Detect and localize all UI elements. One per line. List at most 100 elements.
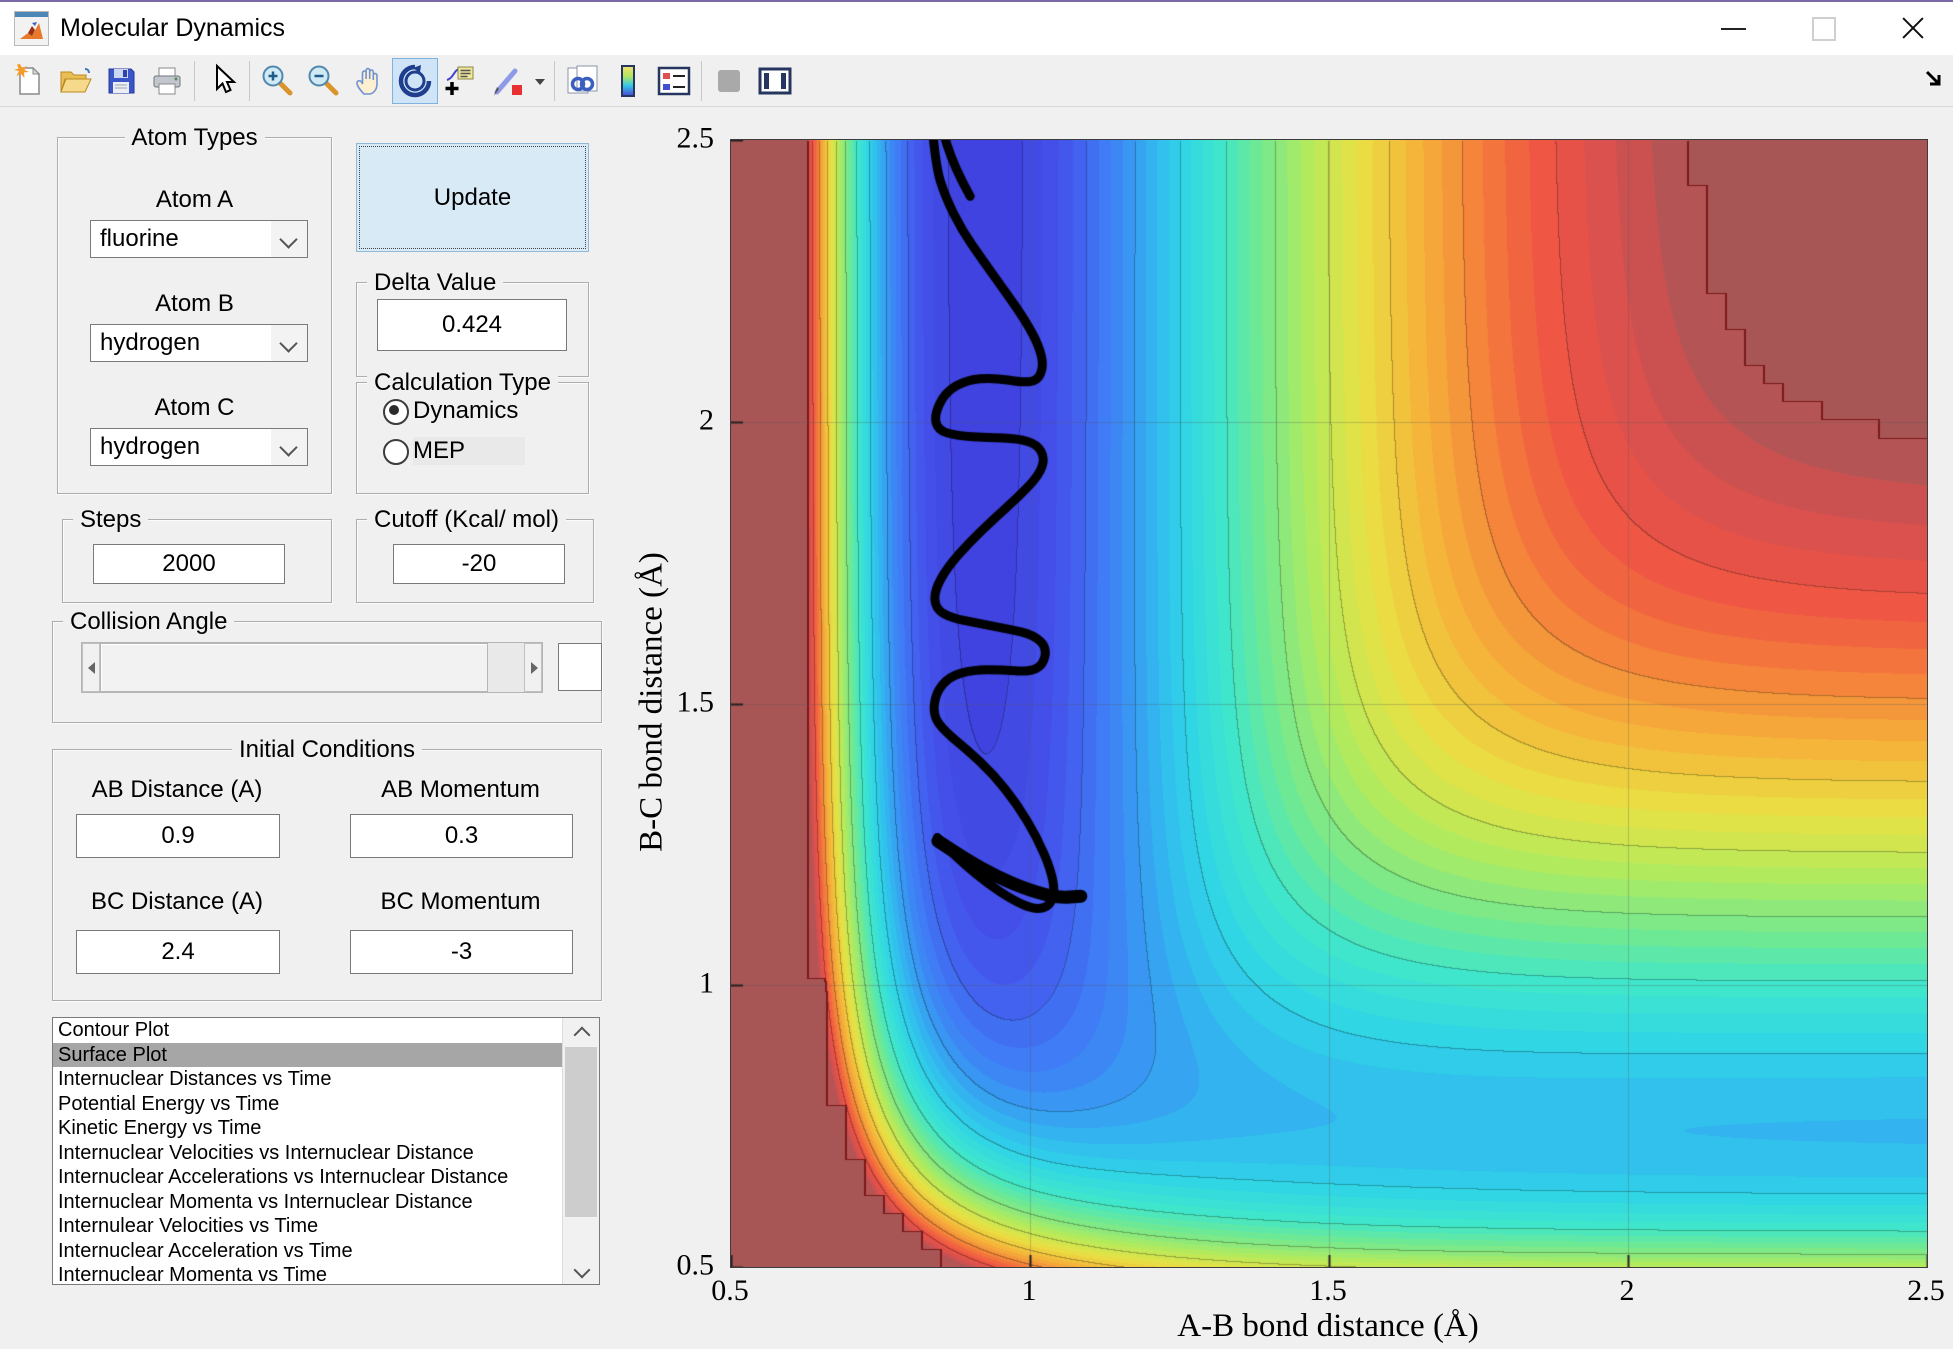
collision-angle-slider[interactable] (81, 642, 543, 693)
ab-distance-field[interactable]: 0.9 (76, 814, 280, 858)
maximize-button[interactable] (1778, 0, 1868, 55)
atom-c-value: hydrogen (100, 433, 201, 460)
calculation-type-panel: Calculation Type Dynamics MEP (356, 369, 589, 494)
app-window: Molecular Dynamics Atom Types Atom A flu… (0, 0, 1953, 1349)
hide-plot-tools-icon[interactable] (706, 58, 752, 104)
save-icon[interactable] (98, 58, 144, 104)
pan-icon[interactable] (346, 58, 392, 104)
bc-momentum-field[interactable]: -3 (350, 930, 573, 974)
list-item[interactable]: Kinetic Energy vs Time (53, 1116, 599, 1141)
steps-title: Steps (73, 506, 149, 534)
contour-plot-axes[interactable] (730, 139, 1928, 1268)
atom-types-panel: Atom Types Atom A fluorine Atom B hydrog… (57, 124, 332, 494)
y-tick-label: 1 (699, 966, 714, 1000)
list-item[interactable]: Internuclear Acceleration vs Time (53, 1239, 599, 1264)
title-bar: Molecular Dynamics (0, 0, 1953, 55)
chevron-down-icon[interactable] (271, 429, 307, 465)
toolbar-separator (194, 60, 195, 101)
link-plots-icon[interactable] (559, 58, 605, 104)
atom-c-select[interactable]: hydrogen (90, 428, 308, 466)
print-icon[interactable] (144, 58, 190, 104)
new-file-icon[interactable] (6, 58, 52, 104)
listbox-scrollbar[interactable] (562, 1018, 599, 1284)
list-item[interactable]: Internuclear Velocities vs Internuclear … (53, 1141, 599, 1166)
close-button[interactable] (1868, 0, 1953, 55)
mep-radio-label[interactable]: MEP (413, 437, 526, 465)
window-title: Molecular Dynamics (60, 14, 286, 42)
y-tick-label: 1.5 (676, 684, 715, 718)
cutoff-panel: Cutoff (Kcal/ mol) -20 (356, 506, 594, 603)
list-item[interactable]: Internuclear Momenta vs Time (53, 1263, 599, 1284)
bc-momentum-label: BC Momentum (380, 888, 541, 915)
list-item[interactable]: Contour Plot (53, 1018, 599, 1043)
update-button[interactable]: Update (356, 143, 589, 252)
chevron-down-icon[interactable] (271, 221, 307, 257)
list-item[interactable]: Potential Energy vs Time (53, 1092, 599, 1117)
chevron-down-icon[interactable] (271, 325, 307, 361)
insert-legend-icon[interactable] (651, 58, 697, 104)
brush-dropdown-icon[interactable] (530, 58, 550, 104)
mep-radio[interactable] (383, 439, 409, 465)
x-tick-label: 1.5 (1309, 1274, 1347, 1307)
brush-icon[interactable] (484, 58, 530, 104)
list-item[interactable]: Internulear Velocities vs Time (53, 1214, 599, 1239)
steps-panel: Steps 2000 (62, 506, 332, 603)
atom-a-value: fluorine (100, 225, 179, 252)
collision-angle-title: Collision Angle (63, 608, 235, 636)
toolbar-overflow-icon[interactable] (1923, 68, 1945, 95)
toolbar-separator (554, 60, 555, 101)
dynamics-radio[interactable] (383, 399, 409, 425)
x-tick-label: 0.5 (711, 1274, 749, 1307)
x-tick-label: 2.5 (1907, 1274, 1945, 1307)
slider-right-arrow-icon[interactable] (524, 643, 542, 692)
zoom-in-icon[interactable] (254, 58, 300, 104)
atom-a-select[interactable]: fluorine (90, 220, 308, 258)
insert-colorbar-icon[interactable] (605, 58, 651, 104)
open-file-icon[interactable] (52, 58, 98, 104)
list-item[interactable]: Internuclear Distances vs Time (53, 1067, 599, 1092)
cutoff-field[interactable]: -20 (393, 544, 565, 584)
bc-distance-field[interactable]: 2.4 (76, 930, 280, 974)
atom-b-value: hydrogen (100, 329, 201, 356)
y-tick-label: 2.5 (676, 121, 715, 155)
scroll-up-icon[interactable] (563, 1018, 599, 1045)
atom-a-label: Atom A (155, 186, 234, 213)
atom-b-select[interactable]: hydrogen (90, 324, 308, 362)
y-tick-label: 0.5 (676, 1248, 715, 1282)
pointer-icon[interactable] (199, 58, 245, 104)
toolbar-separator (249, 60, 250, 101)
scroll-down-icon[interactable] (563, 1257, 599, 1284)
slider-thumb[interactable] (100, 643, 488, 692)
list-item[interactable]: Internuclear Accelerations vs Internucle… (53, 1165, 599, 1190)
atom-types-title: Atom Types (124, 124, 265, 152)
data-cursor-icon[interactable] (438, 58, 484, 104)
delta-value-field[interactable]: 0.424 (377, 299, 567, 351)
atom-c-label: Atom C (154, 394, 235, 421)
plot-type-listbox[interactable]: Contour Plot Surface Plot Internuclear Dis… (52, 1017, 600, 1285)
ab-momentum-field[interactable]: 0.3 (350, 814, 573, 858)
minimize-button[interactable] (1688, 0, 1778, 55)
zoom-out-icon[interactable] (300, 58, 346, 104)
list-item[interactable]: Surface Plot (53, 1042, 599, 1067)
initial-conditions-panel: Initial Conditions AB Distance (A) AB Mo… (52, 736, 602, 1001)
potential-surface-canvas[interactable] (731, 140, 1927, 1267)
delta-value-panel: Delta Value 0.424 (356, 269, 589, 377)
show-plot-tools-icon[interactable] (752, 58, 798, 104)
collision-angle-field[interactable] (558, 643, 602, 691)
atom-b-label: Atom B (155, 290, 234, 317)
calculation-type-title: Calculation Type (367, 369, 558, 397)
window-accent-line (0, 0, 1953, 2)
figure-toolbar (0, 55, 1953, 107)
y-tick-label: 2 (699, 403, 714, 437)
cutoff-title: Cutoff (Kcal/ mol) (367, 506, 566, 534)
slider-left-arrow-icon[interactable] (82, 643, 100, 692)
y-axis-label: B-C bond distance (Å) (633, 552, 670, 852)
ab-distance-label: AB Distance (A) (91, 776, 263, 803)
dynamics-radio-label[interactable]: Dynamics (413, 397, 518, 425)
scrollbar-thumb[interactable] (565, 1047, 597, 1217)
list-item[interactable]: Internuclear Momenta vs Internuclear Dis… (53, 1190, 599, 1215)
rotate-3d-icon[interactable] (392, 57, 438, 104)
initial-conditions-title: Initial Conditions (231, 736, 423, 764)
ab-momentum-label: AB Momentum (381, 776, 540, 803)
steps-field[interactable]: 2000 (93, 544, 285, 584)
